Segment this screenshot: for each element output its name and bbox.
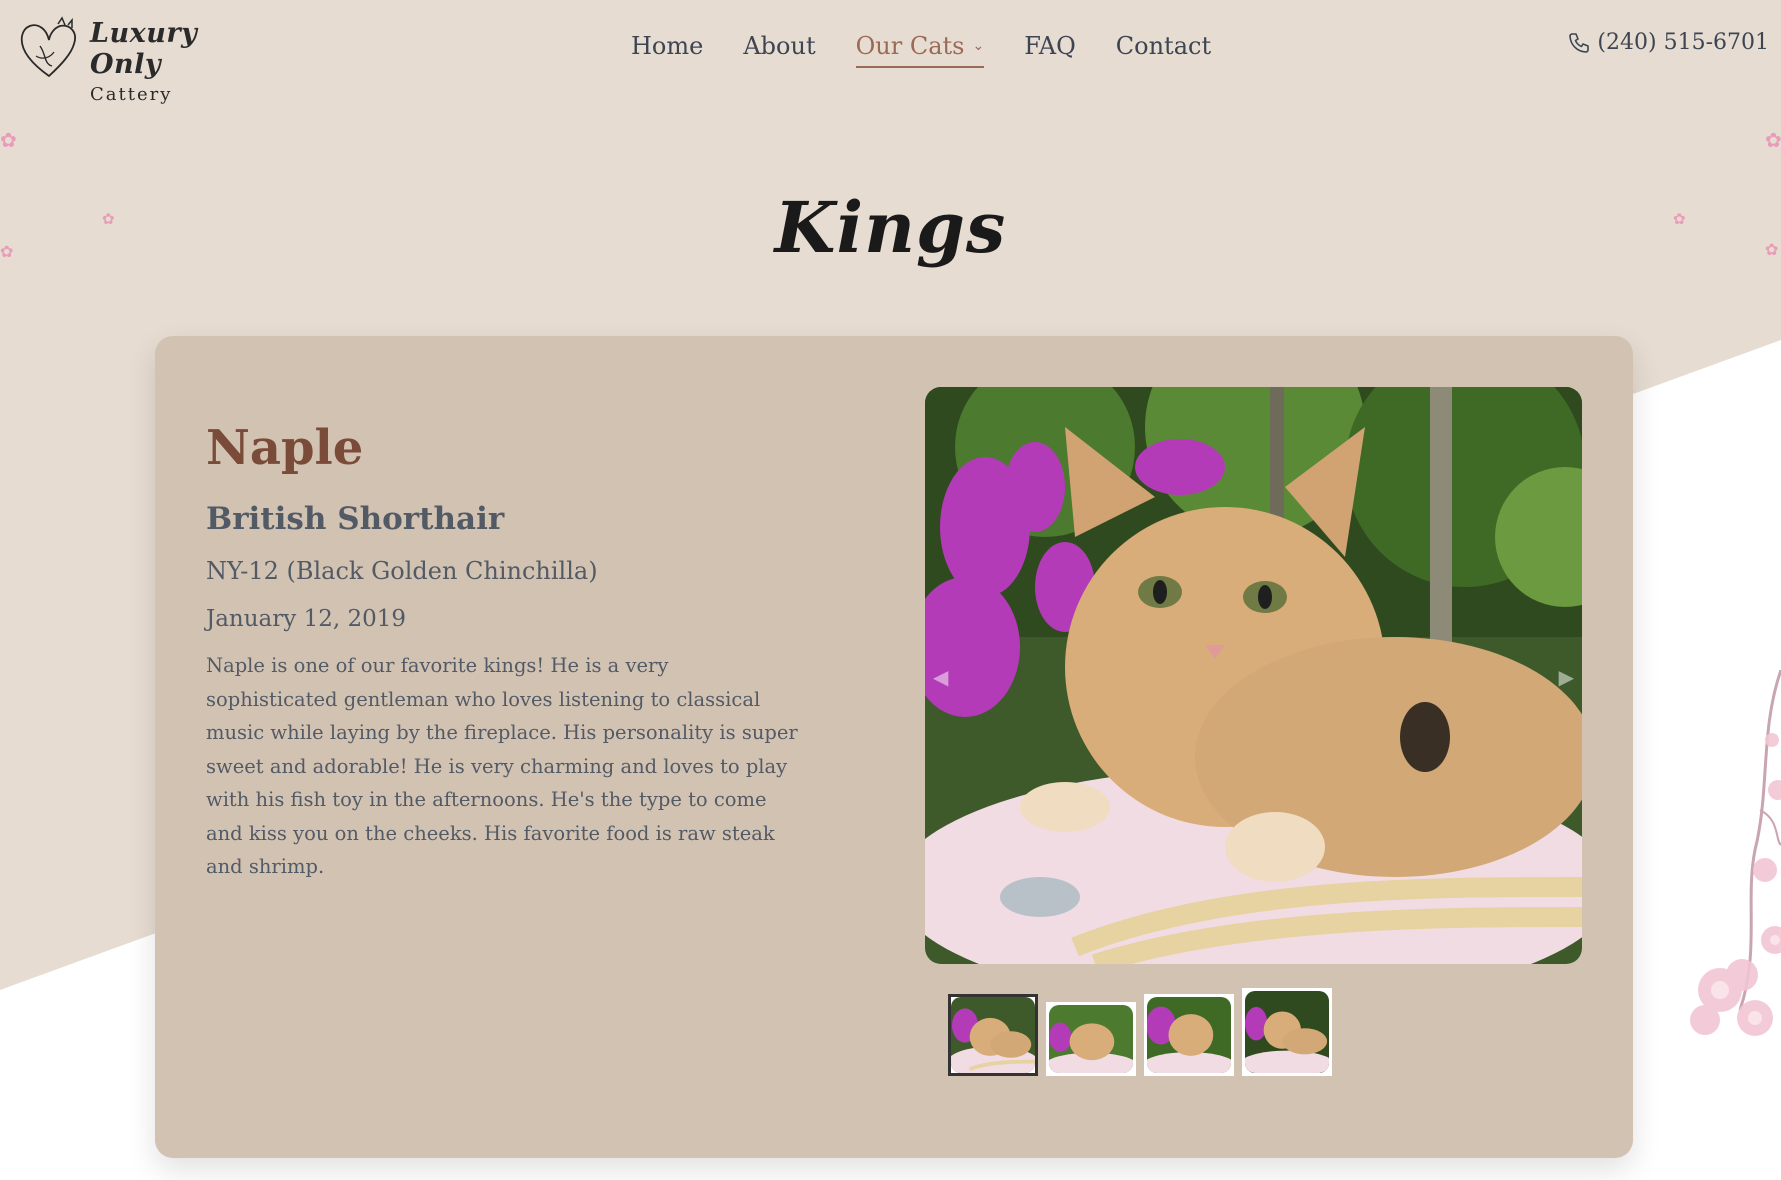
thumbnail-1[interactable] [948,994,1038,1076]
brand-subtitle: Cattery [90,84,173,105]
thumbnail-4[interactable] [1242,988,1332,1076]
brand-name: Luxury Only [90,18,198,80]
thumbnail-image [951,997,1035,1073]
phone-link[interactable]: (240) 515-6701 [1567,30,1769,55]
thumbnail-2[interactable] [1046,1002,1136,1076]
cat-breed: British Shorthair [206,501,505,537]
nav-item-contact[interactable]: Contact [1116,26,1211,66]
photo-thumbnails [948,988,1332,1076]
cat-birth-date: January 12, 2019 [206,606,406,632]
thumbnail-image [1245,991,1329,1073]
brand-logo[interactable]: Luxury Only Cattery [18,16,258,105]
phone-number: (240) 515-6701 [1597,30,1769,55]
nav-item-our-cats[interactable]: Our Cats ⌄ [855,26,985,68]
nav-item-home[interactable]: Home [631,26,703,66]
petal-decoration: ✿ [0,128,17,152]
thumbnail-3[interactable] [1144,994,1234,1076]
cat-description: Naple is one of our favorite kings! He i… [206,654,798,878]
nav-item-faq[interactable]: FAQ [1024,26,1076,66]
phone-icon [1569,32,1590,53]
cherry-blossom-branch [1660,669,1781,1050]
page-title: Kings [774,186,1007,269]
cat-name: Naple [206,420,364,476]
cat-heart-logo-icon [20,16,76,78]
cat-main-photo[interactable]: ◀ ▶ [925,387,1582,964]
cat-photo-image [925,387,1582,964]
main-nav: Home About Our Cats ⌄ FAQ Contact [631,26,1251,68]
petal-decoration: ✿ [1765,128,1781,152]
cat-profile-card: Naple British Shorthair NY-12 (Black Gol… [155,336,1633,1158]
thumbnail-image [1147,997,1231,1073]
cat-color-code: NY-12 (Black Golden Chinchilla) [206,557,598,585]
site-header: Luxury Only Cattery Home About Our Cats … [0,0,1781,105]
chevron-left-icon[interactable]: ◀ [933,665,948,689]
nav-item-about[interactable]: About [743,26,815,66]
chevron-down-icon: ⌄ [972,38,985,54]
nav-item-label: Our Cats [855,32,965,60]
chevron-right-icon[interactable]: ▶ [1559,665,1574,689]
thumbnail-image [1049,1005,1133,1073]
